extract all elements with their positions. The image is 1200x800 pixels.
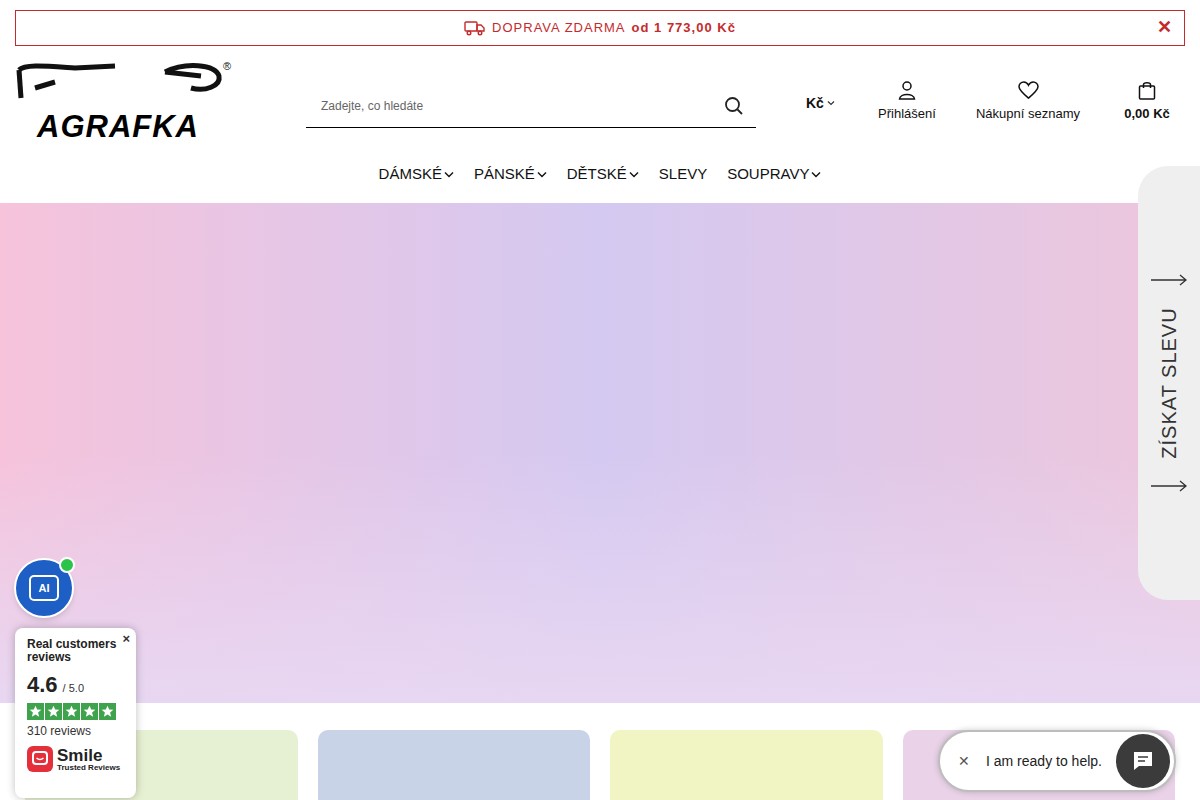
smile-logo-icon — [27, 746, 53, 772]
online-dot — [59, 557, 75, 573]
nav-item[interactable]: SOUPRAVY — [727, 163, 821, 186]
logo-figure-icon — [15, 58, 231, 102]
search-field[interactable] — [306, 84, 756, 128]
discount-tab[interactable]: ZÍSKAT SLEVU — [1138, 166, 1200, 600]
nav-label: DÁMSKÉ — [379, 163, 442, 186]
nav-item[interactable]: DÁMSKÉ — [379, 163, 454, 186]
nav-label: SLEVY — [659, 163, 707, 186]
reviews-score: 4.6 — [27, 668, 58, 701]
wishlist-link[interactable]: Nákupní seznamy — [968, 81, 1088, 124]
search-icon[interactable] — [724, 96, 744, 116]
page: DOPRAVA ZDARMA od 1 773,00 Kč ✕ ® AGRAFK… — [0, 0, 1200, 800]
announcement-amount: od 1 773,00 Kč — [632, 18, 736, 38]
smile-brand-sub: Trusted Reviews — [57, 764, 120, 772]
hero-banner[interactable] — [0, 203, 1200, 703]
header: ® AGRAFKA Kč Přihlášení Nákupní — [0, 46, 1200, 146]
reviews-title: Real customers reviews — [27, 638, 124, 664]
chat-prompt[interactable]: ✕ I am ready to help. — [938, 730, 1176, 792]
discount-label: ZÍSKAT SLEVU — [1154, 307, 1184, 458]
logo-text: AGRAFKA — [15, 108, 231, 146]
account-label: Přihlášení — [878, 104, 936, 124]
announcement-text: DOPRAVA ZDARMA — [492, 18, 625, 38]
star-icon — [99, 703, 116, 720]
reviews-max: / 5.0 — [63, 680, 84, 697]
chevron-down-icon — [827, 100, 835, 106]
chevron-down-icon — [537, 171, 547, 178]
main-nav: DÁMSKÉ PÁNSKÉ DĚTSKÉ SLEVY SOUPRAVY — [0, 146, 1200, 203]
wishlist-label: Nákupní seznamy — [976, 104, 1080, 124]
chevron-down-icon — [629, 171, 639, 178]
nav-item[interactable]: DĚTSKÉ — [567, 163, 639, 186]
star-icon — [81, 703, 98, 720]
bag-icon — [1138, 80, 1156, 100]
discount-label-box: ZÍSKAT SLEVU — [1138, 308, 1200, 458]
nav-label: DĚTSKÉ — [567, 163, 627, 186]
smile-text: Smile Trusted Reviews — [57, 747, 120, 772]
arrow-right-icon — [1150, 274, 1188, 286]
ai-assistant-button[interactable]: AI — [14, 558, 74, 618]
chevron-down-icon — [444, 171, 454, 178]
star-icon — [27, 703, 44, 720]
reviews-score-row: 4.6 / 5.0 — [27, 668, 124, 701]
logo-registered-mark: ® — [223, 58, 231, 75]
cart-link[interactable]: 0,00 Kč — [1107, 80, 1187, 124]
smile-brand-name: Smile — [57, 747, 120, 764]
currency-label: Kč — [806, 93, 824, 114]
chat-close[interactable]: ✕ — [958, 751, 970, 772]
nav-item[interactable]: PÁNSKÉ — [474, 163, 547, 186]
chat-icon — [1132, 750, 1154, 772]
announcement-close[interactable]: ✕ — [1157, 16, 1172, 38]
currency-selector[interactable]: Kč — [806, 93, 846, 114]
smile-brand: Smile Trusted Reviews — [27, 746, 124, 772]
account-link[interactable]: Přihlášení — [857, 80, 957, 124]
star-icon — [63, 703, 80, 720]
chat-button[interactable] — [1116, 734, 1170, 788]
hero-overlay — [0, 203, 1200, 703]
truck-icon — [464, 20, 486, 36]
category-card[interactable] — [318, 730, 591, 800]
search-input[interactable] — [306, 97, 724, 115]
reviews-widget[interactable]: × Real customers reviews 4.6 / 5.0 310 r… — [15, 628, 136, 798]
chat-text: I am ready to help. — [986, 751, 1116, 772]
reviews-count: 310 reviews — [27, 722, 124, 740]
star-icon — [45, 703, 62, 720]
announcement-bar: DOPRAVA ZDARMA od 1 773,00 Kč ✕ — [15, 10, 1185, 46]
chevron-down-icon — [811, 171, 821, 178]
nav-label: PÁNSKÉ — [474, 163, 535, 186]
heart-icon — [1018, 81, 1039, 100]
star-rating — [27, 703, 124, 720]
logo[interactable]: ® AGRAFKA — [15, 58, 231, 146]
user-icon — [897, 80, 917, 100]
chat-bubble-icon: AI — [29, 575, 59, 601]
reviews-close[interactable]: × — [122, 629, 130, 649]
nav-label: SOUPRAVY — [727, 163, 809, 186]
arrow-right-icon — [1150, 480, 1188, 492]
cart-total: 0,00 Kč — [1124, 104, 1170, 124]
ai-label: AI — [39, 583, 50, 594]
category-card[interactable] — [610, 730, 883, 800]
nav-item[interactable]: SLEVY — [659, 163, 707, 186]
